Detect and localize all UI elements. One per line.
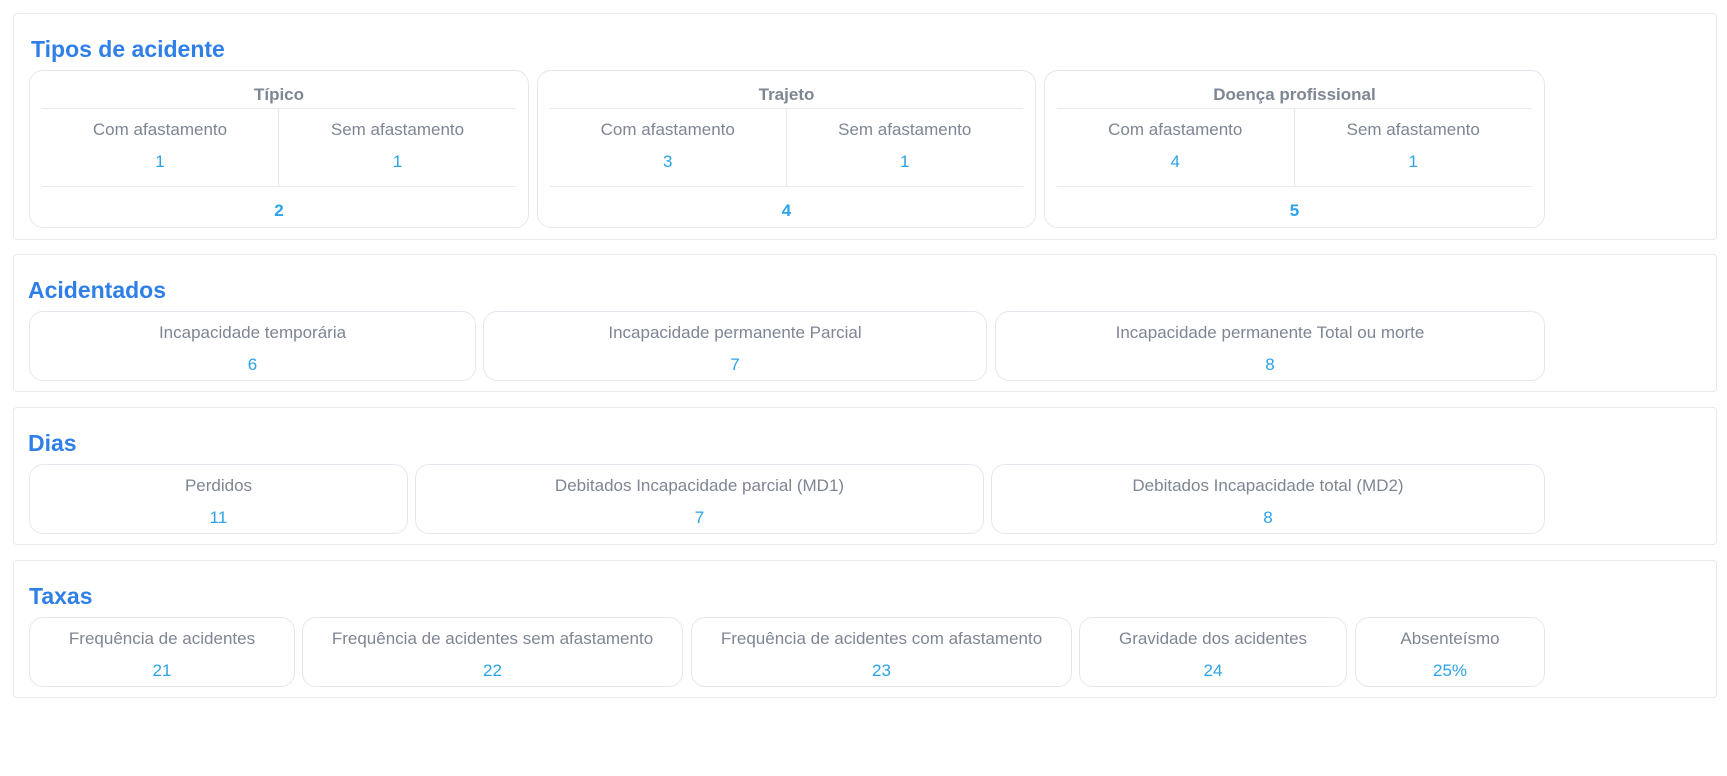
commute-total-value: 4 (781, 201, 792, 220)
rates-card-frequency-without-leave: Frequência de acidentes sem afastamento … (302, 617, 683, 687)
days-md2-label: Debitados Incapacidade total (MD2) (1132, 476, 1404, 495)
rates-frequency-without-leave-label: Frequência de acidentes sem afastamento (331, 629, 654, 648)
rates-frequency-without-leave-value: 22 (483, 661, 502, 680)
injured-temporary-label: Incapacidade temporária (158, 323, 347, 342)
disease-with-leave-label: Com afastamento (1108, 120, 1243, 139)
card-header-typical: Típico (42, 85, 516, 109)
section-title-injured: Acidentados (28, 277, 167, 303)
disease-total-value: 5 (1289, 201, 1300, 220)
commute-with-leave: Com afastamento 3 (550, 109, 787, 186)
rates-card-frequency-with-leave: Frequência de acidentes com afastamento … (691, 617, 1072, 687)
rates-card-frequency: Frequência de acidentes 21 (29, 617, 295, 687)
disease-with-leave-value: 4 (1170, 152, 1180, 171)
typical-without-leave: Sem afastamento 1 (279, 109, 516, 186)
rates-frequency-label: Frequência de acidentes (68, 629, 256, 648)
section-rates: Taxas Frequência de acidentes 21 Frequên… (13, 560, 1717, 698)
section-title-rates: Taxas (29, 583, 93, 609)
typical-with-leave-value: 1 (155, 152, 165, 171)
typical-without-leave-label: Sem afastamento (330, 120, 465, 139)
injured-total-value: 8 (1265, 355, 1275, 374)
section-days: Dias Perdidos 11 Debitados Incapacidade … (13, 407, 1717, 545)
typical-with-leave-label: Com afastamento (92, 120, 228, 139)
card-divider (1057, 186, 1532, 187)
days-card-lost: Perdidos 11 (29, 464, 408, 534)
injured-partial-label: Incapacidade permanente Parcial (608, 323, 862, 342)
commute-without-leave-value: 1 (900, 152, 910, 171)
commute-with-leave-value: 3 (663, 152, 673, 171)
dashboard-page: Tipos de acidente Típico Com afastamento… (0, 0, 1727, 776)
card-header-commute: Trajeto (550, 85, 1023, 109)
disease-without-leave-label: Sem afastamento (1346, 120, 1480, 139)
section-title-days: Dias (28, 430, 77, 456)
days-md1-label: Debitados Incapacidade parcial (MD1) (554, 476, 845, 495)
injured-card-temporary: Incapacidade temporária 6 (29, 311, 476, 381)
typical-with-leave: Com afastamento 1 (42, 109, 279, 186)
disease-with-leave: Com afastamento 4 (1057, 109, 1295, 186)
card-divider (42, 186, 516, 187)
days-lost-label: Perdidos (184, 476, 253, 495)
rates-frequency-with-leave-value: 23 (872, 661, 891, 680)
rates-frequency-with-leave-label: Frequência de acidentes com afastamento (720, 629, 1043, 648)
rates-absenteeism-label: Absenteísmo (1400, 629, 1500, 648)
section-title-accident-types: Tipos de acidente (31, 36, 225, 62)
card-occupational-disease: Doença profissional Com afastamento 4 Se… (1044, 70, 1545, 228)
rates-frequency-value: 21 (152, 661, 172, 680)
section-injured: Acidentados Incapacidade temporária 6 In… (13, 254, 1717, 392)
rates-severity-label: Gravidade dos acidentes (1118, 629, 1308, 648)
section-accident-types: Tipos de acidente Típico Com afastamento… (13, 13, 1717, 240)
days-lost-value: 11 (209, 508, 228, 527)
injured-card-partial: Incapacidade permanente Parcial 7 (483, 311, 987, 381)
injured-card-total-or-death: Incapacidade permanente Total ou morte 8 (995, 311, 1545, 381)
commute-without-leave: Sem afastamento 1 (787, 109, 1024, 186)
card-divider (550, 186, 1023, 187)
typical-without-leave-value: 1 (392, 152, 403, 171)
days-md2-value: 8 (1263, 508, 1273, 527)
disease-without-leave-value: 1 (1408, 152, 1418, 171)
commute-without-leave-label: Sem afastamento (838, 120, 972, 139)
card-header-occupational-disease: Doença profissional (1057, 85, 1532, 109)
card-typical: Típico Com afastamento 1 Sem afastamento… (29, 70, 529, 228)
days-card-md2: Debitados Incapacidade total (MD2) 8 (991, 464, 1545, 534)
commute-with-leave-label: Com afastamento (600, 120, 735, 139)
card-commute: Trajeto Com afastamento 3 Sem afastament… (537, 70, 1036, 228)
rates-card-absenteeism: Absenteísmo 25% (1355, 617, 1545, 687)
days-card-md1: Debitados Incapacidade parcial (MD1) 7 (415, 464, 984, 534)
disease-without-leave: Sem afastamento 1 (1295, 109, 1533, 186)
injured-total-label: Incapacidade permanente Total ou morte (1115, 323, 1425, 342)
injured-partial-value: 7 (730, 355, 740, 374)
typical-total-value: 2 (274, 201, 284, 220)
rates-absenteeism-value: 25% (1432, 661, 1468, 680)
injured-temporary-value: 6 (247, 355, 258, 374)
days-md1-value: 7 (694, 508, 705, 527)
rates-severity-value: 24 (1203, 661, 1223, 680)
rates-card-severity: Gravidade dos acidentes 24 (1079, 617, 1347, 687)
